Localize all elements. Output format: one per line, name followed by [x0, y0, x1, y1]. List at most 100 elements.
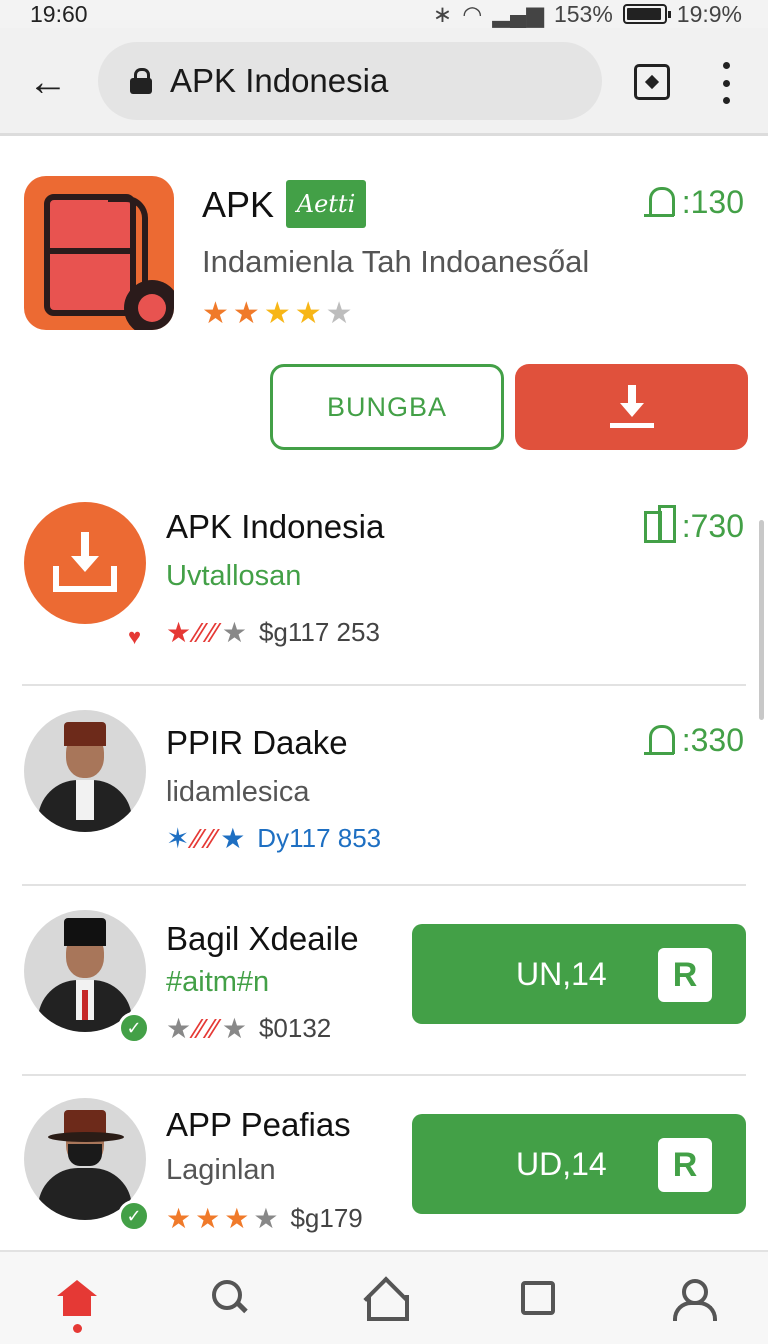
bell-icon — [643, 186, 675, 219]
list-item-subtitle: Laginlan — [166, 1154, 276, 1186]
list-item-rating: ★ ★ ★ ★ $g179 — [166, 1202, 363, 1235]
list-item[interactable]: ✓ APP Peafias Laginlan ★ ★ ★ ★ $g179 UD,… — [0, 1098, 768, 1238]
featured-title: APK — [202, 184, 275, 225]
list-item-subtitle: #aitm#n — [166, 966, 270, 998]
nav-house[interactable] — [344, 1258, 424, 1338]
verified-check-icon: ✓ — [118, 1012, 150, 1044]
browser-toolbar: ← APK Indonesia — [0, 28, 768, 136]
more-vert-icon[interactable] — [712, 62, 740, 104]
install-button[interactable]: UN,14 R — [412, 924, 746, 1024]
back-arrow-icon[interactable]: ← — [22, 58, 74, 106]
list-item-rating: ★ ⁄⁄ ⁄⁄ ★ $0132 — [166, 1012, 331, 1045]
star-icon: ★ — [220, 823, 246, 854]
active-indicator — [72, 1324, 82, 1333]
list-item-subtitle: lidamlesica — [166, 776, 310, 808]
divider — [22, 1074, 746, 1076]
list-item-stat: :730 — [643, 504, 744, 545]
star-empty-icon: ★ — [221, 617, 247, 648]
rating-text: Dy117 853 — [257, 823, 382, 853]
heart-icon: ♥ — [128, 624, 142, 649]
bell-icon — [643, 724, 675, 757]
star-icon: ⁄⁄ — [208, 1012, 218, 1044]
tab-switcher-icon[interactable] — [634, 64, 670, 100]
list-item-title: APK Indonesia — [166, 508, 385, 545]
chart-bars-icon — [643, 504, 676, 543]
featured-stat-value: :130 — [681, 184, 744, 220]
signal-text: 153% — [553, 0, 613, 27]
star-icon: ★ — [224, 1203, 250, 1234]
star-icon: ★ — [263, 297, 291, 330]
user-icon — [673, 1279, 718, 1321]
url-text: APK Indonesia — [170, 62, 389, 99]
download-icon — [609, 385, 654, 429]
featured-badge: Aetti — [286, 180, 366, 228]
download-tray-icon — [53, 532, 117, 594]
scrollbar[interactable] — [759, 520, 764, 720]
star-empty-icon: ★ — [221, 1013, 247, 1044]
install-button-label: UN,14 — [516, 955, 607, 992]
nav-search[interactable] — [190, 1258, 270, 1338]
signal-icon: ▂▄▆ — [492, 0, 544, 27]
bluetooth-icon: ∗ — [432, 0, 453, 27]
list-item-rating: ✶ ⁄⁄ ⁄⁄ ★ Dy117 853 — [166, 822, 381, 855]
app-badge-icon: R — [658, 948, 712, 1002]
list-item-stat: :330 — [643, 722, 744, 759]
app-icon-download — [24, 502, 146, 624]
star-icon: ★ — [294, 297, 322, 330]
rating-text: $0132 — [258, 1013, 332, 1043]
install-button-label: UD,14 — [516, 1145, 607, 1182]
star-icon: ⁄⁄ — [193, 822, 203, 854]
featured-app-card: APK Aetti :130 Indamienla Tah Indoanesőa… — [0, 150, 768, 470]
star-icon: ✶ — [166, 823, 190, 854]
status-time: 19:60 — [30, 0, 88, 27]
home-icon — [56, 1280, 97, 1316]
star-empty-icon: ★ — [325, 297, 353, 330]
address-bar[interactable]: APK Indonesia — [98, 42, 602, 120]
list-item-rating: ★ ⁄⁄ ⁄⁄ ★ $g117 253 — [166, 616, 380, 649]
nav-home[interactable] — [37, 1258, 117, 1338]
status-indicators: ∗ ◠ ▂▄▆ 153% 19:9% — [433, 1, 742, 28]
star-icon: ★ — [202, 297, 229, 330]
secondary-button[interactable]: BUNGBA — [270, 364, 504, 450]
battery-text: 19:9% — [676, 0, 742, 27]
square-icon — [520, 1281, 555, 1315]
nav-profile[interactable] — [651, 1258, 731, 1338]
battery-icon — [622, 4, 671, 24]
list-item[interactable]: PPIR Daake lidamlesica :330 ✶ ⁄⁄ ⁄⁄ ★ Dy… — [0, 710, 768, 900]
star-icon: ⁄⁄ — [195, 1012, 205, 1044]
app-icon-cart[interactable] — [24, 176, 174, 330]
star-empty-icon: ★ — [166, 1013, 192, 1044]
list-item-title: APP Peafias — [166, 1106, 351, 1143]
install-button[interactable]: UD,14 R — [412, 1114, 746, 1214]
star-icon: ⁄⁄ — [208, 616, 218, 648]
divider — [22, 684, 746, 686]
list-item[interactable]: APK Indonesia Uvtallosan :730 ♥ ★ ⁄⁄ ⁄⁄ … — [0, 500, 768, 690]
bottom-nav — [0, 1250, 768, 1344]
list-item-title: PPIR Daake — [166, 724, 348, 761]
wifi-icon: ◠ — [462, 0, 483, 27]
list-item-title: Bagil Xdeaile — [166, 920, 359, 957]
star-icon: ★ — [166, 617, 192, 648]
divider — [22, 884, 746, 886]
star-empty-icon: ★ — [253, 1203, 279, 1234]
avatar — [24, 710, 146, 832]
status-bar: 19:60 ∗ ◠ ▂▄▆ 153% 19:9% — [0, 0, 768, 28]
star-icon: ★ — [232, 297, 260, 330]
star-icon: ★ — [166, 1203, 192, 1234]
featured-stat: :130 — [643, 184, 744, 221]
house-outline-icon — [365, 1279, 409, 1321]
lock-icon — [130, 68, 152, 94]
featured-subtitle: Indamienla Tah Indoanesőal — [202, 244, 590, 279]
search-icon — [212, 1280, 248, 1316]
list-item-subtitle: Uvtallosan — [166, 560, 302, 592]
star-icon: ⁄⁄ — [206, 822, 217, 854]
star-icon: ★ — [195, 1203, 221, 1234]
rating-text: $g179 — [290, 1203, 363, 1233]
list-item[interactable]: ✓ Bagil Xdeaile #aitm#n ★ ⁄⁄ ⁄⁄ ★ $0132 … — [0, 908, 768, 1098]
nav-square[interactable] — [498, 1258, 578, 1338]
download-button[interactable] — [515, 364, 748, 450]
star-icon: ⁄⁄ — [195, 616, 205, 648]
app-badge-icon: R — [658, 1138, 712, 1192]
rating-text: $g117 253 — [258, 617, 380, 647]
featured-rating: ★ ★ ★ ★ ★ — [202, 296, 353, 331]
